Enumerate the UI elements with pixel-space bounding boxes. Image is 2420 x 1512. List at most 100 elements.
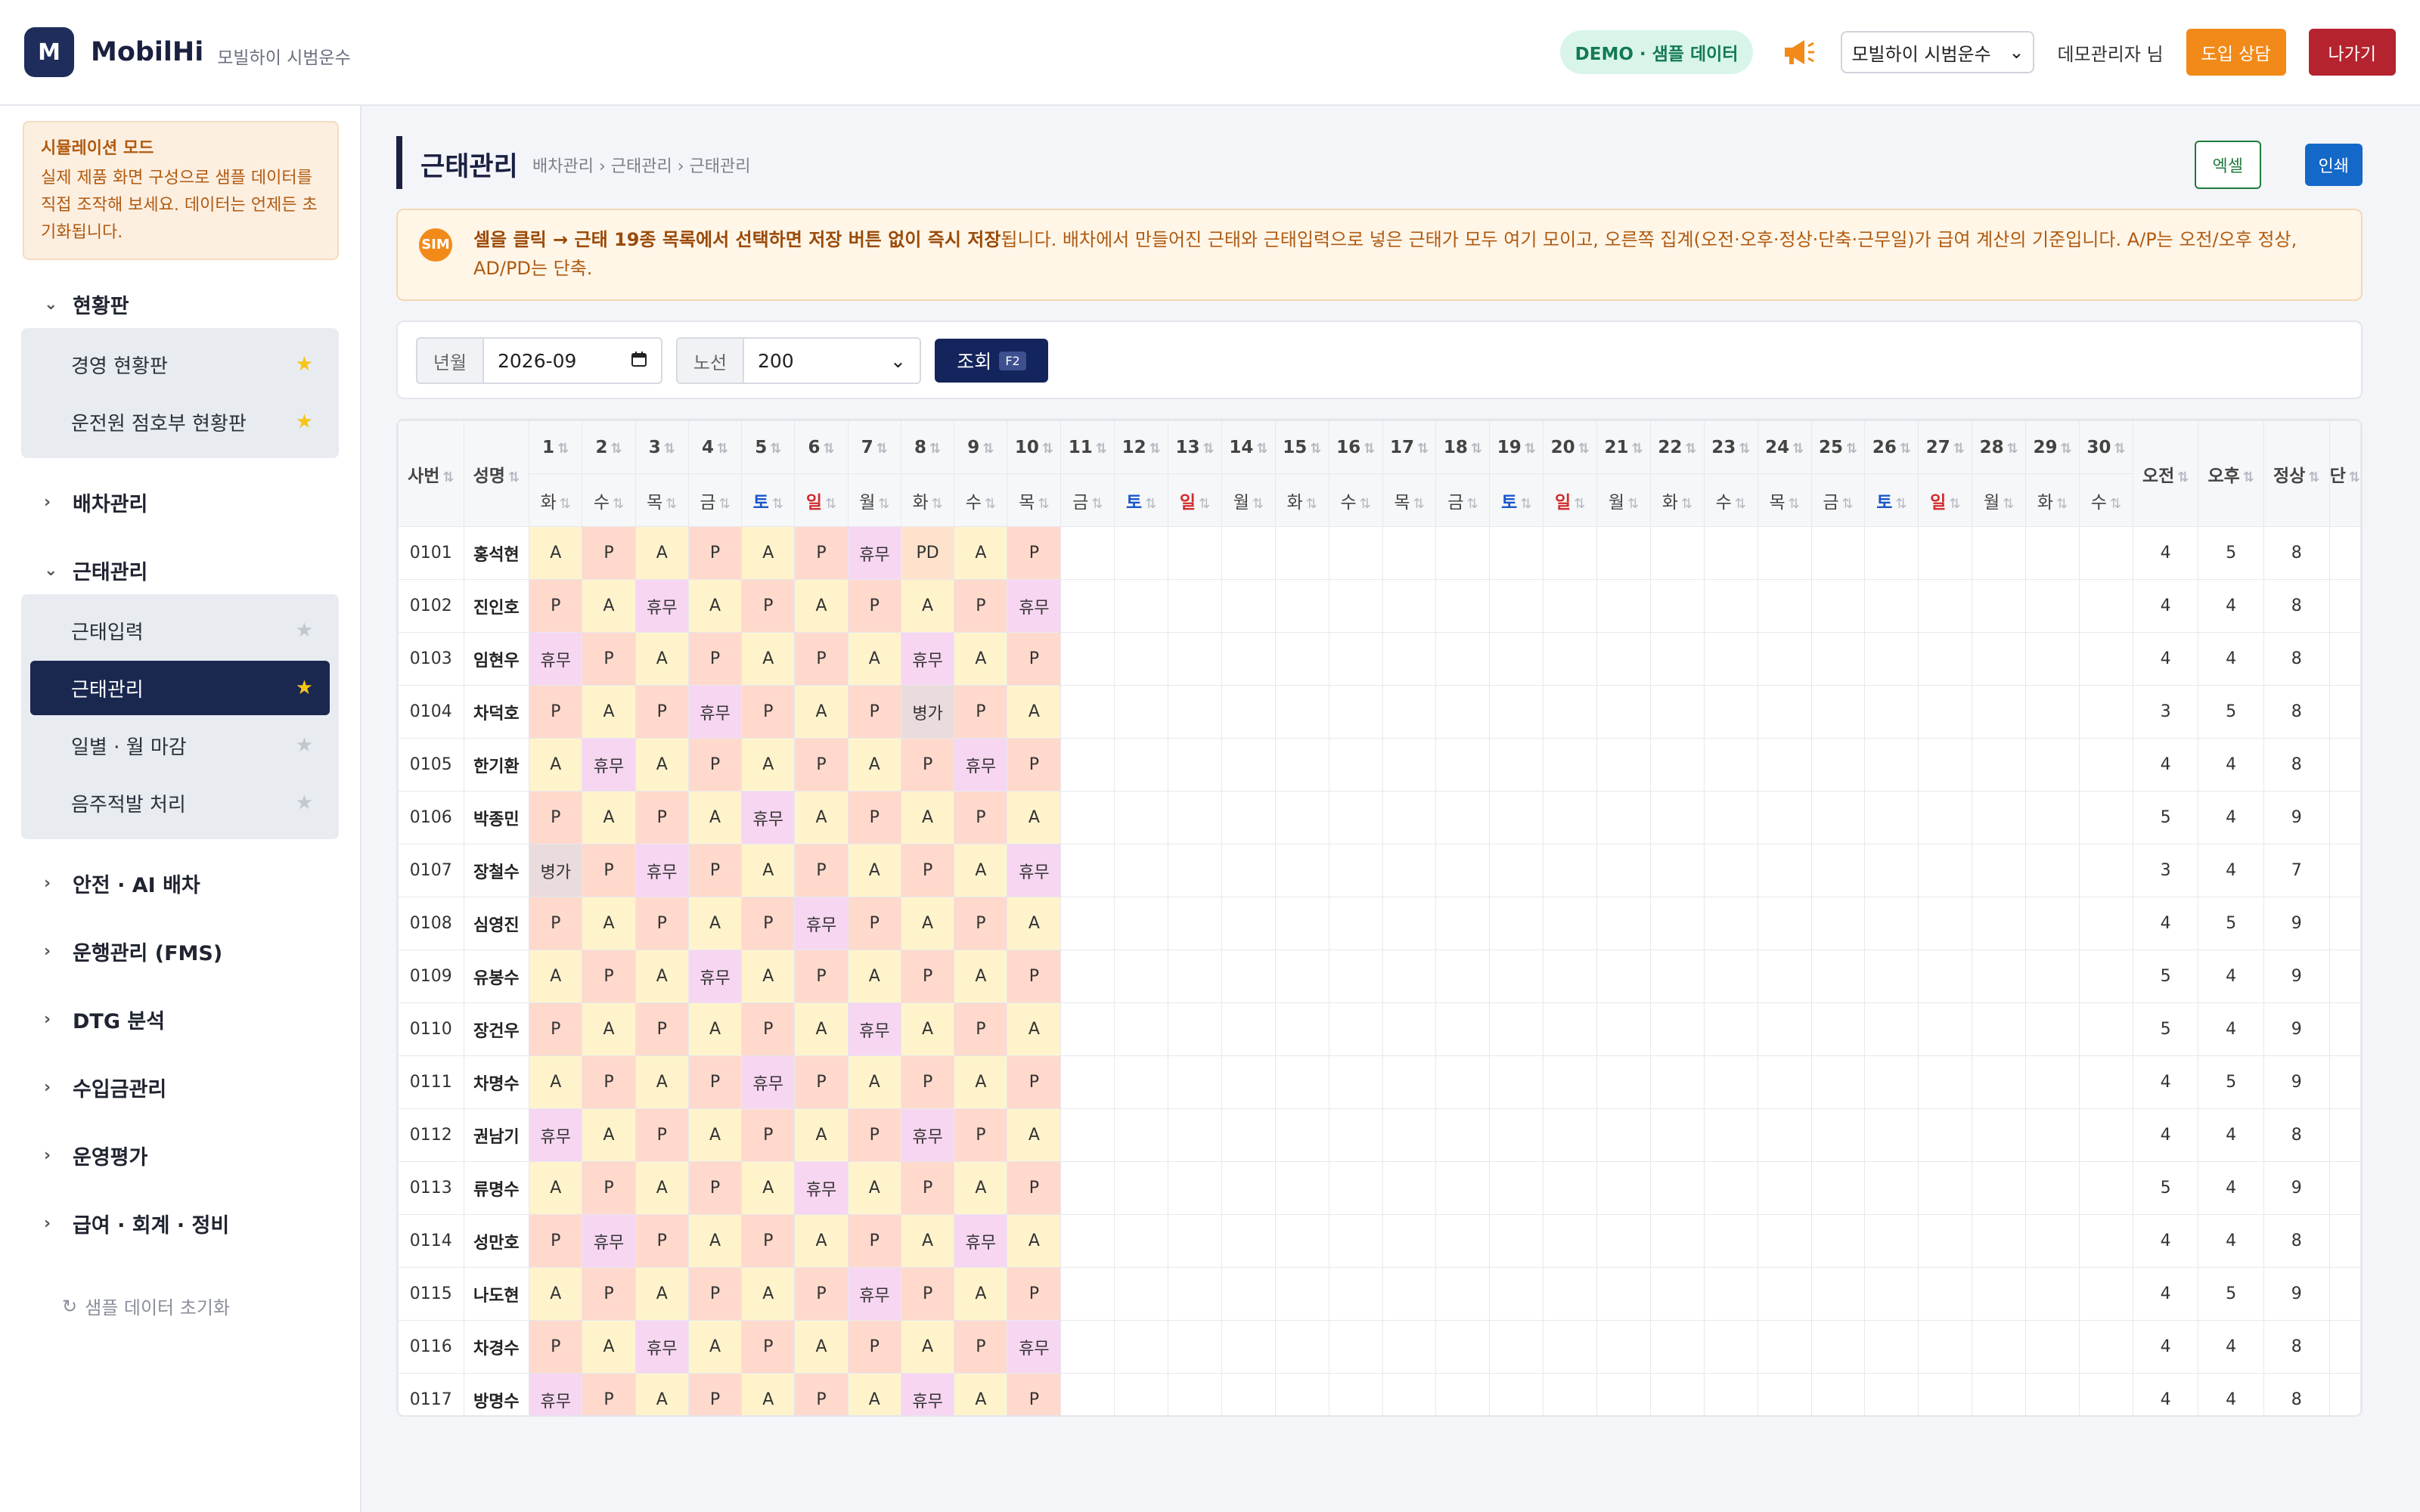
attendance-cell[interactable] — [2025, 950, 2080, 1003]
attendance-cell[interactable]: P — [529, 685, 583, 739]
attendance-cell[interactable]: 휴무 — [634, 844, 689, 897]
attendance-cell[interactable]: A — [634, 526, 689, 580]
attendance-cell[interactable]: P — [582, 950, 636, 1003]
attendance-cell[interactable] — [1435, 1267, 1491, 1321]
nav-group-header[interactable]: › 급여 · 회계 · 정비 — [0, 1199, 360, 1247]
attendance-cell[interactable]: A — [634, 738, 689, 792]
attendance-cell[interactable]: A — [794, 791, 849, 844]
attendance-cell[interactable] — [1060, 1055, 1115, 1109]
attendance-cell[interactable]: P — [529, 1320, 583, 1374]
attendance-cell[interactable]: A — [1007, 685, 1062, 739]
attendance-cell[interactable] — [1489, 1161, 1544, 1215]
col-header-weekday[interactable]: 토 ⇅ — [1114, 473, 1169, 527]
attendance-cell[interactable] — [1543, 632, 1598, 686]
attendance-cell[interactable]: A — [794, 1002, 849, 1056]
attendance-cell[interactable]: A — [954, 1267, 1008, 1321]
attendance-cell[interactable] — [1703, 844, 1758, 897]
nav-group-header[interactable]: › 운영평가 — [0, 1131, 360, 1179]
attendance-cell[interactable] — [1972, 685, 2027, 739]
attendance-cell[interactable]: P — [954, 579, 1008, 633]
col-header-weekday[interactable]: 월 ⇅ — [1972, 473, 2027, 527]
attendance-cell[interactable] — [1114, 1161, 1169, 1215]
query-button[interactable]: 조회 F2 — [935, 339, 1048, 383]
attendance-cell[interactable]: P — [900, 1055, 955, 1109]
attendance-cell[interactable] — [1543, 1320, 1598, 1374]
attendance-cell[interactable]: A — [582, 1002, 636, 1056]
col-header-day[interactable]: 24 ⇅ — [1757, 420, 1812, 474]
attendance-cell[interactable] — [1543, 1055, 1598, 1109]
attendance-cell[interactable]: P — [794, 950, 849, 1003]
attendance-cell[interactable] — [2078, 1055, 2133, 1109]
col-header-day[interactable]: 30 ⇅ — [2078, 420, 2133, 474]
attendance-cell[interactable] — [1168, 1161, 1222, 1215]
consult-button[interactable]: 도입 상담 — [2186, 29, 2286, 76]
attendance-cell[interactable] — [1114, 791, 1169, 844]
star-icon[interactable]: ★ — [296, 619, 313, 642]
col-header-weekday[interactable]: 토 ⇅ — [1864, 473, 1919, 527]
attendance-cell[interactable] — [1168, 1108, 1222, 1162]
attendance-cell[interactable]: A — [847, 1055, 901, 1109]
col-header-weekday[interactable]: 금 ⇅ — [1060, 473, 1115, 527]
attendance-cell[interactable] — [1060, 526, 1115, 580]
nav-group-header[interactable]: › DTG 분석 — [0, 995, 360, 1043]
attendance-cell[interactable] — [1221, 1108, 1276, 1162]
attendance-cell[interactable] — [1489, 632, 1544, 686]
col-header-day[interactable]: 21 ⇅ — [1596, 420, 1651, 474]
attendance-cell[interactable] — [1114, 1055, 1169, 1109]
attendance-cell[interactable]: P — [954, 897, 1008, 950]
attendance-cell[interactable] — [1489, 1108, 1544, 1162]
nav-item[interactable]: 음주적발 처리 ★ — [30, 776, 330, 830]
attendance-cell[interactable] — [1382, 1320, 1437, 1374]
attendance-cell[interactable] — [1274, 579, 1329, 633]
attendance-cell[interactable] — [1649, 1373, 1705, 1415]
attendance-cell[interactable] — [1435, 526, 1491, 580]
col-header-weekday[interactable]: 수 ⇅ — [954, 473, 1008, 527]
attendance-cell[interactable] — [1649, 1214, 1705, 1268]
col-header-weekday[interactable]: 화 ⇅ — [1274, 473, 1329, 527]
attendance-cell[interactable] — [1382, 1214, 1437, 1268]
attendance-cell[interactable] — [1168, 685, 1222, 739]
attendance-cell[interactable] — [1221, 1055, 1276, 1109]
col-header-day[interactable]: 8 ⇅ — [900, 420, 955, 474]
attendance-cell[interactable]: A — [1007, 897, 1062, 950]
attendance-cell[interactable] — [1435, 1320, 1491, 1374]
attendance-cell[interactable] — [1543, 1214, 1598, 1268]
logo-icon[interactable]: M — [24, 27, 74, 77]
attendance-cell[interactable] — [1543, 844, 1598, 897]
attendance-cell[interactable] — [1168, 1055, 1222, 1109]
attendance-cell[interactable] — [1489, 844, 1544, 897]
attendance-cell[interactable] — [1328, 791, 1383, 844]
attendance-cell[interactable]: P — [687, 738, 743, 792]
attendance-cell[interactable] — [2025, 579, 2080, 633]
col-header-weekday[interactable]: 토 ⇅ — [741, 473, 796, 527]
attendance-cell[interactable] — [1221, 897, 1276, 950]
col-header-day[interactable]: 23 ⇅ — [1703, 420, 1758, 474]
attendance-cell[interactable]: P — [847, 791, 901, 844]
attendance-cell[interactable] — [1757, 844, 1812, 897]
attendance-cell[interactable]: P — [634, 1108, 689, 1162]
attendance-cell[interactable] — [1221, 1267, 1276, 1321]
attendance-cell[interactable] — [1060, 897, 1115, 950]
col-header-day[interactable]: 6 ⇅ — [794, 420, 849, 474]
attendance-cell[interactable] — [1864, 897, 1919, 950]
attendance-cell[interactable] — [1543, 950, 1598, 1003]
attendance-cell[interactable] — [1060, 1002, 1115, 1056]
attendance-cell[interactable] — [1168, 632, 1222, 686]
megaphone-icon[interactable] — [1782, 37, 1817, 67]
attendance-cell[interactable] — [2078, 526, 2133, 580]
attendance-cell[interactable]: P — [900, 1267, 955, 1321]
attendance-cell[interactable] — [1221, 950, 1276, 1003]
attendance-cell[interactable] — [1972, 1214, 2027, 1268]
attendance-cell[interactable] — [1435, 844, 1491, 897]
nav-item[interactable]: 경영 현황판 ★ — [30, 337, 330, 392]
attendance-cell[interactable]: A — [582, 1320, 636, 1374]
attendance-cell[interactable]: A — [954, 1055, 1008, 1109]
attendance-cell[interactable] — [1435, 685, 1491, 739]
attendance-cell[interactable] — [1972, 738, 2027, 792]
attendance-cell[interactable] — [1328, 1055, 1383, 1109]
nav-item[interactable]: 일별 · 월 마감 ★ — [30, 718, 330, 773]
attendance-cell[interactable]: P — [794, 1055, 849, 1109]
nav-group-header[interactable]: › 안전 · AI 배차 — [0, 859, 360, 907]
attendance-cell[interactable] — [1328, 897, 1383, 950]
col-header-summary[interactable]: 오후 ⇅ — [2198, 420, 2264, 527]
